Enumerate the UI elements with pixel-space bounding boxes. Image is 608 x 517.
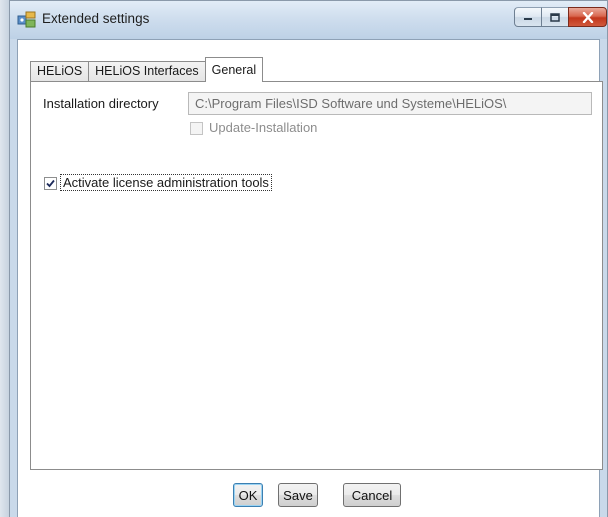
maximize-icon <box>550 12 560 22</box>
window-title: Extended settings <box>42 11 150 26</box>
close-button[interactable] <box>568 7 607 27</box>
installation-directory-field: C:\Program Files\ISD Software und System… <box>188 92 592 115</box>
update-installation-checkbox <box>190 122 203 135</box>
save-button[interactable]: Save <box>278 483 318 507</box>
close-icon <box>582 11 593 23</box>
general-tab-panel: Installation directory C:\Program Files\… <box>30 81 603 470</box>
tab-helios[interactable]: HELiOS <box>30 61 90 82</box>
cancel-button[interactable]: Cancel <box>343 483 401 507</box>
update-installation-label: Update-Installation <box>209 120 318 135</box>
installation-directory-label: Installation directory <box>43 96 159 111</box>
tab-helios-interfaces[interactable]: HELiOS Interfaces <box>88 61 206 82</box>
license-tools-checkbox[interactable] <box>44 177 57 190</box>
maximize-button[interactable] <box>541 7 569 27</box>
dialog-client-area: HELiOS HELiOS Interfaces General Install… <box>17 39 603 517</box>
tab-strip: HELiOS HELiOS Interfaces General <box>30 56 264 82</box>
minimize-icon <box>524 18 532 20</box>
settings-app-icon <box>17 9 37 29</box>
extended-settings-window: Extended settings HELiOS HELiOS Interfac… <box>9 0 608 517</box>
checkmark-icon <box>46 179 55 188</box>
desktop-edge <box>0 0 9 517</box>
ok-button[interactable]: OK <box>233 483 263 507</box>
minimize-button[interactable] <box>514 7 542 27</box>
title-bar[interactable]: Extended settings <box>10 1 607 39</box>
license-tools-label[interactable]: Activate license administration tools <box>60 174 272 191</box>
tab-general[interactable]: General <box>204 57 264 82</box>
